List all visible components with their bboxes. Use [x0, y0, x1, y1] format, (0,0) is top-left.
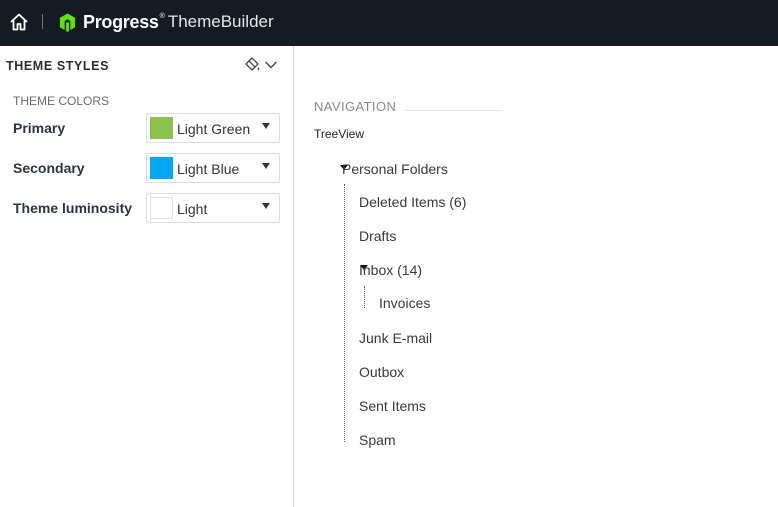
color-swatch [150, 157, 173, 179]
chevron-down-icon [265, 61, 277, 69]
tree-node-personal-folders[interactable]: Personal Folders [342, 161, 448, 177]
tree-node-sent-items[interactable]: Sent Items [359, 398, 426, 414]
tree-node-drafts[interactable]: Drafts [359, 228, 396, 244]
dropdown-value: Light [177, 201, 208, 217]
home-button[interactable] [8, 11, 30, 33]
tree-node-spam[interactable]: Spam [359, 432, 396, 448]
tree-node-outbox[interactable]: Outbox [359, 364, 404, 380]
tree-guide-line [344, 184, 345, 442]
caret-down-icon [262, 163, 270, 169]
header-divider [42, 14, 43, 29]
theme-swatch-menu-button[interactable] [242, 55, 282, 75]
dropdown-value: Light Blue [177, 161, 240, 177]
treeview-label: TreeView [314, 127, 365, 141]
caret-down-icon [262, 203, 270, 209]
caret-down-icon [262, 123, 270, 129]
progress-logo-icon [59, 12, 76, 32]
panel-title: THEME STYLES [6, 59, 110, 73]
label-theme-luminosity: Theme luminosity [13, 200, 133, 216]
navigation-section-title: NAVIGATION [314, 99, 397, 114]
luminosity-dropdown[interactable]: Light [146, 193, 280, 223]
label-primary: Primary [13, 120, 66, 136]
primary-color-dropdown[interactable]: Light Green [146, 113, 280, 143]
brand-name: Progress [83, 11, 159, 32]
tree-node-inbox[interactable]: Inbox (14) [359, 262, 422, 278]
section-rule [405, 110, 502, 111]
label-secondary: Secondary [13, 160, 85, 176]
tree-node-invoices[interactable]: Invoices [379, 295, 430, 311]
product-name: ThemeBuilder [167, 12, 274, 31]
home-icon [10, 13, 28, 31]
color-swatch [150, 117, 173, 139]
color-swatch [150, 197, 173, 219]
tree-guide-line [364, 286, 365, 308]
tree-node-deleted-items[interactable]: Deleted Items (6) [359, 194, 466, 210]
panel-divider [293, 46, 294, 507]
brand-trademark: ® [159, 12, 165, 20]
paint-bucket-icon [245, 57, 260, 71]
theme-styles-panel: THEME STYLES THEME COLORS Primary Light … [0, 46, 293, 507]
brand-logo: Progress ® ThemeBuilder [58, 10, 274, 34]
section-label-theme-colors: THEME COLORS [13, 94, 110, 108]
dropdown-value: Light Green [177, 121, 251, 137]
tree-node-junk-email[interactable]: Junk E-mail [359, 330, 432, 346]
secondary-color-dropdown[interactable]: Light Blue [146, 153, 280, 183]
top-bar: Progress ® ThemeBuilder [0, 0, 778, 46]
